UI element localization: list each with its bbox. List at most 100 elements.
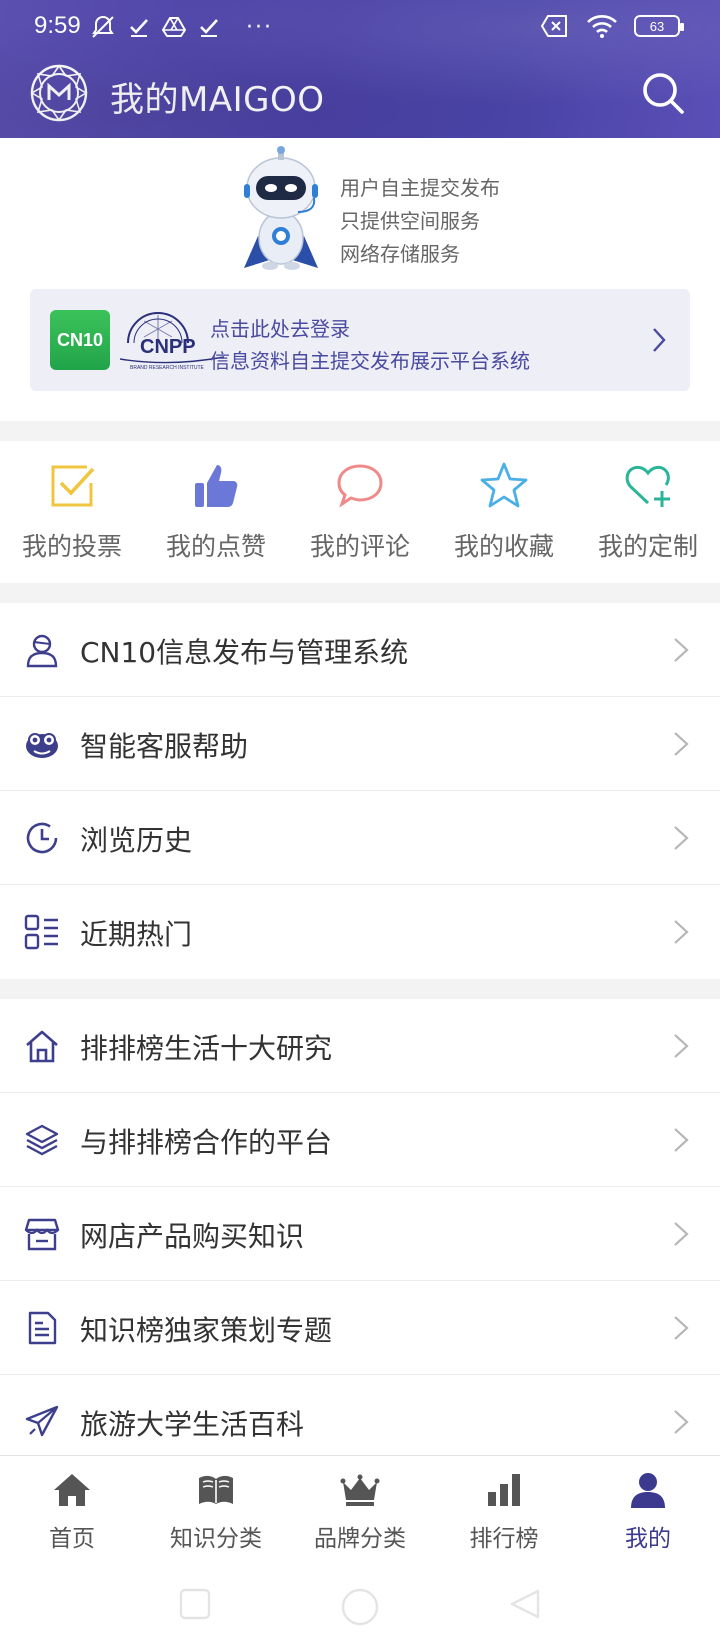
system-nav-bar <box>0 1565 720 1650</box>
quick-actions: 我的投票 我的点赞 我的评论 我的收藏 我的定制 <box>0 441 720 583</box>
menu-item-partner-platforms[interactable]: 与排排榜合作的平台 <box>0 1093 720 1187</box>
action-my-custom[interactable]: 我的定制 <box>576 441 720 583</box>
menu-item-trending[interactable]: 近期热门 <box>0 885 720 979</box>
cn10-logo: CN10 <box>50 310 110 370</box>
plane-icon <box>25 1405 59 1437</box>
menu-item-shopping-knowledge[interactable]: 网店产品购买知识 <box>0 1187 720 1281</box>
vote-icon <box>51 465 95 507</box>
nav-label: 品牌分类 <box>314 1526 406 1552</box>
divider <box>0 421 720 441</box>
chevron-right-icon <box>674 920 689 944</box>
menu-label: 智能客服帮助 <box>80 730 249 763</box>
comment-icon <box>337 464 383 508</box>
divider <box>0 583 720 603</box>
nav-label: 我的 <box>625 1526 671 1552</box>
intro-text: 用户自主提交发布 只提供空间服务 网络存储服务 <box>340 172 500 271</box>
cnpp-sub-text: BRAND RESEARCH INSTITUTE <box>130 365 205 371</box>
action-label: 我的评论 <box>309 532 410 561</box>
status-icons-left: ··· <box>90 14 273 40</box>
intro-line: 用户自主提交发布 <box>340 176 500 200</box>
document-icon <box>28 1311 57 1345</box>
heart-plus-icon <box>625 465 670 507</box>
chevron-right-icon <box>674 732 689 756</box>
chevron-right-icon <box>674 826 689 850</box>
action-label: 我的点赞 <box>165 532 266 561</box>
nav-brands[interactable]: 品牌分类 <box>288 1456 432 1566</box>
menu-group-1: CN10信息发布与管理系统 智能客服帮助 浏览历史 近期热门 <box>0 603 720 979</box>
intro-line: 网络存储服务 <box>340 242 460 266</box>
menu-label: 知识榜独家策划专题 <box>80 1314 333 1347</box>
chevron-right-icon <box>674 1222 689 1246</box>
sim-off-icon <box>540 15 567 37</box>
wifi-icon <box>587 15 617 38</box>
menu-item-cn10-system[interactable]: CN10信息发布与管理系统 <box>0 603 720 697</box>
nav-rankings[interactable]: 排行榜 <box>432 1456 576 1566</box>
action-my-votes[interactable]: 我的投票 <box>0 441 144 583</box>
thumbs-up-icon <box>195 465 238 507</box>
store-icon <box>24 1218 60 1251</box>
book-icon <box>199 1475 233 1504</box>
menu-item-history[interactable]: 浏览历史 <box>0 791 720 885</box>
battery-icon: 63 <box>634 15 684 37</box>
nav-label: 排行榜 <box>469 1526 539 1552</box>
battery-level: 63 <box>649 18 665 34</box>
status-time: 9:59 <box>34 12 81 39</box>
menu-label: 排排榜生活十大研究 <box>80 1032 333 1065</box>
intro-line: 只提供空间服务 <box>340 209 480 233</box>
menu-label: 与排排榜合作的平台 <box>80 1126 333 1159</box>
nav-label: 首页 <box>49 1526 95 1552</box>
page-title: 我的MAIGOO <box>110 80 325 120</box>
search-icon[interactable] <box>640 70 686 116</box>
robot-mascot-icon <box>244 146 318 270</box>
bar-chart-icon <box>488 1474 520 1506</box>
user-icon <box>26 634 58 668</box>
nav-mine[interactable]: 我的 <box>576 1456 720 1566</box>
action-my-favorites[interactable]: 我的收藏 <box>432 441 576 583</box>
menu-group-2: 排排榜生活十大研究 与排排榜合作的平台 网店产品购买知识 知识榜独家策划专题 旅… <box>0 999 720 1469</box>
star-icon <box>480 462 528 508</box>
action-my-likes[interactable]: 我的点赞 <box>144 441 288 583</box>
bottom-nav: 首页 知识分类 品牌分类 排行榜 我的 <box>0 1455 720 1565</box>
nav-label: 知识分类 <box>170 1526 262 1552</box>
layers-icon <box>25 1124 59 1156</box>
maigoo-logo <box>30 64 88 122</box>
chevron-right-icon <box>674 1410 689 1434</box>
menu-item-customer-service[interactable]: 智能客服帮助 <box>0 697 720 791</box>
menu-label: CN10信息发布与管理系统 <box>80 636 409 669</box>
app-bar: 我的MAIGOO <box>0 56 720 138</box>
login-prompt: 点击此处去登录 <box>210 317 350 341</box>
nav-home[interactable]: 首页 <box>0 1456 144 1566</box>
chevron-right-icon <box>674 1034 689 1058</box>
nav-knowledge[interactable]: 知识分类 <box>144 1456 288 1566</box>
more-icon: ··· <box>246 14 273 40</box>
status-icons-right: 63 <box>540 14 684 38</box>
cn10-logo-text: CN10 <box>56 329 104 350</box>
check-icon <box>130 19 148 37</box>
mute-icon <box>92 15 114 38</box>
header: 9:59 ··· 63 我的MAIGOO <box>0 0 720 138</box>
home-button-icon[interactable] <box>340 1587 380 1627</box>
back-button-icon[interactable] <box>508 1587 542 1621</box>
profile-section: 用户自主提交发布 只提供空间服务 网络存储服务 CN10 CNPP BRAND … <box>0 138 720 421</box>
check-icon <box>200 19 218 37</box>
menu-label: 网店产品购买知识 <box>80 1220 305 1253</box>
history-icon <box>26 822 58 854</box>
chevron-right-icon <box>653 328 666 352</box>
person-icon <box>631 1473 665 1508</box>
login-card[interactable]: CN10 CNPP BRAND RESEARCH INSTITUTE 点击此处去… <box>30 289 690 391</box>
recents-button-icon[interactable] <box>178 1587 212 1621</box>
divider <box>0 979 720 999</box>
status-bar: 9:59 ··· 63 <box>0 0 720 56</box>
cnpp-logo-text: CNPP <box>140 336 196 358</box>
menu-label: 旅游大学生活百科 <box>80 1408 305 1441</box>
chevron-right-icon <box>674 1316 689 1340</box>
menu-item-life-research[interactable]: 排排榜生活十大研究 <box>0 999 720 1093</box>
crown-icon <box>340 1474 380 1506</box>
home-icon <box>26 1030 58 1063</box>
chevron-right-icon <box>674 638 689 662</box>
action-label: 我的定制 <box>597 532 698 561</box>
list-grid-icon <box>24 914 58 950</box>
action-my-comments[interactable]: 我的评论 <box>288 441 432 583</box>
menu-label: 近期热门 <box>80 918 193 951</box>
menu-item-exclusive-topics[interactable]: 知识榜独家策划专题 <box>0 1281 720 1375</box>
